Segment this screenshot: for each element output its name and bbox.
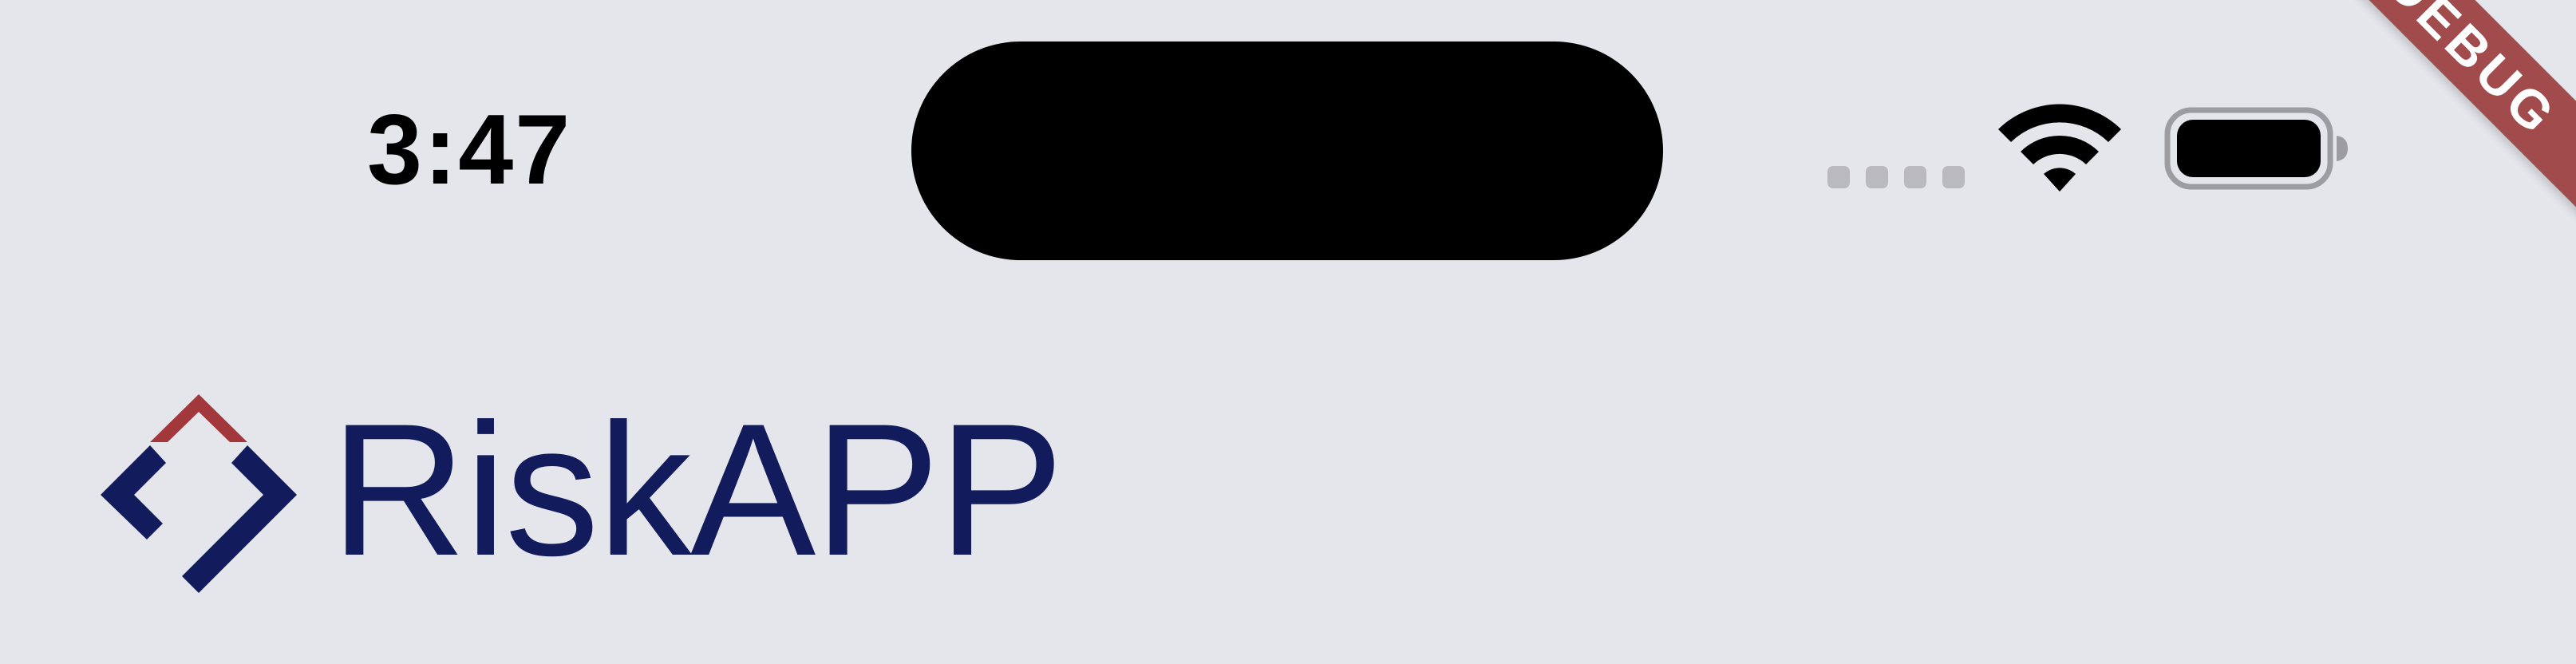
riskapp-diamond-logo-icon bbox=[101, 394, 297, 593]
signal-bar bbox=[1866, 166, 1888, 188]
signal-bar bbox=[1904, 166, 1926, 188]
signal-bar bbox=[1827, 166, 1850, 188]
dynamic-island bbox=[911, 42, 1663, 260]
cellular-signal-icon bbox=[1827, 166, 1965, 188]
debug-banner-label: DEBUG bbox=[2375, 0, 2570, 148]
battery-icon bbox=[2164, 107, 2348, 190]
signal-bar bbox=[1942, 166, 1965, 188]
brand-name: RiskAPP bbox=[330, 385, 1064, 595]
wifi-icon bbox=[1998, 104, 2121, 192]
status-bar-time: 3:47 bbox=[367, 95, 572, 205]
app-screen: 3:47 DEBUG RiskAPP bbox=[0, 0, 2576, 664]
